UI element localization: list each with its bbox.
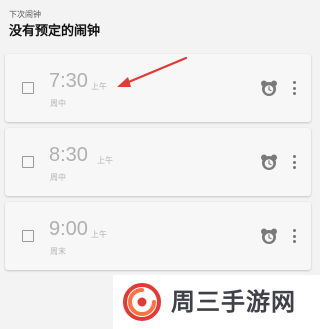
alarm-ampm: 上午 [97,156,113,165]
next-alarm-label: 下次闹钟 [9,10,41,19]
alarm-time[interactable]: 8:30 [49,143,88,167]
watermark-text: 周三手游网 [171,288,296,316]
alarm-app: 下次闹钟 没有预定的闹钟 7:30 上午 周中 8:30 上午 周中 9:00 … [0,0,320,329]
alarm-time[interactable]: 7:30 [49,69,88,93]
alarm-card[interactable]: 8:30 上午 周中 [5,128,311,196]
alarm-repeat: 周中 [50,173,66,182]
watermark-logo-icon [123,283,161,321]
alarm-repeat: 周中 [50,99,66,108]
alarm-enable-checkbox[interactable] [22,156,34,168]
more-vert-icon[interactable] [289,78,299,98]
alarm-ampm: 上午 [91,230,107,239]
more-vert-icon[interactable] [289,152,299,172]
watermark: 周三手游网 [113,275,320,329]
next-alarm-status: 没有预定的闹钟 [9,24,101,39]
alarm-ampm: 上午 [91,82,107,91]
more-vert-icon[interactable] [289,226,299,246]
alarm-card[interactable]: 9:00 上午 周末 [5,202,311,270]
alarm-card[interactable]: 7:30 上午 周中 [5,54,311,122]
alarm-enable-checkbox[interactable] [22,82,34,94]
bear-icon[interactable] [260,227,278,245]
bear-icon[interactable] [260,79,278,97]
alarm-repeat: 周末 [50,247,66,256]
bear-icon[interactable] [260,153,278,171]
next-alarm-header: 下次闹钟 没有预定的闹钟 [0,0,320,50]
alarm-time[interactable]: 9:00 [49,217,88,241]
alarm-enable-checkbox[interactable] [22,230,34,242]
